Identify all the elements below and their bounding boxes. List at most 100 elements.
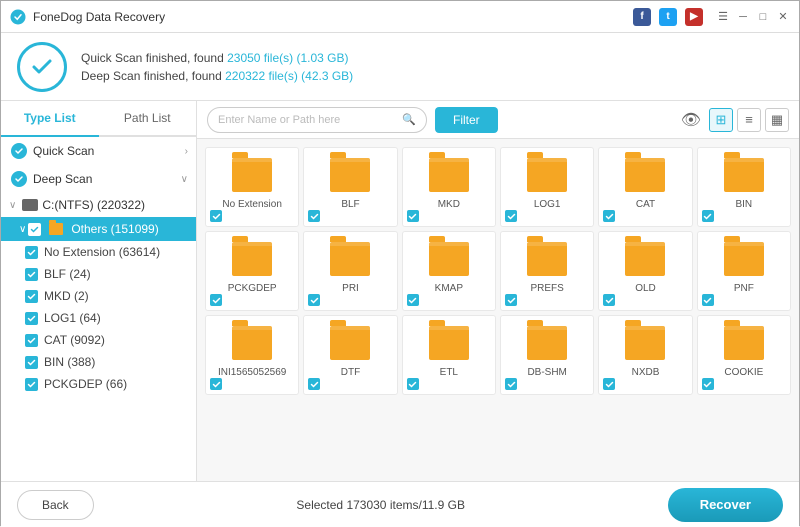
sidebar-tab-bar: Type List Path List: [1, 101, 196, 137]
file-card-bin[interactable]: BIN: [697, 147, 791, 227]
tab-path-list[interactable]: Path List: [99, 101, 197, 137]
content-area: Enter Name or Path here 🔍 Filter 👁 ⊞ ≡ ▦: [197, 101, 799, 481]
label-blf: BLF (24): [44, 267, 91, 281]
cb-pckgdep[interactable]: [25, 378, 38, 391]
expand-icon: ›: [185, 146, 188, 157]
file-card-old[interactable]: OLD: [598, 231, 692, 311]
folder-icon: [330, 158, 370, 192]
file-label: BLF: [341, 198, 359, 211]
label-no-extension: No Extension (63614): [44, 245, 160, 259]
file-label: PCKGDEP: [228, 282, 277, 295]
cb-mkd[interactable]: [25, 290, 38, 303]
file-label: No Extension: [222, 198, 281, 211]
eye-icon[interactable]: 👁: [681, 110, 701, 130]
back-button[interactable]: Back: [17, 490, 94, 520]
file-cb[interactable]: [407, 378, 419, 390]
file-cb[interactable]: [210, 294, 222, 306]
file-card-blf[interactable]: BLF: [303, 147, 397, 227]
minimize-button[interactable]: ─: [735, 9, 751, 25]
cb-cat[interactable]: [25, 334, 38, 347]
file-card-cookie[interactable]: COOKIE: [697, 315, 791, 395]
file-cb[interactable]: [210, 378, 222, 390]
close-button[interactable]: ✕: [775, 9, 791, 25]
folder-icon: [724, 158, 764, 192]
sidebar-item-log1[interactable]: LOG1 (64): [1, 307, 196, 329]
file-cb[interactable]: [407, 210, 419, 222]
file-cb[interactable]: [505, 378, 517, 390]
file-card-mkd[interactable]: MKD: [402, 147, 496, 227]
file-card-cat[interactable]: CAT: [598, 147, 692, 227]
scan-info-block: Quick Scan finished, found 23050 file(s)…: [81, 51, 353, 83]
list-view-button[interactable]: ≡: [737, 108, 761, 132]
file-cb[interactable]: [308, 210, 320, 222]
sidebar-item-others[interactable]: ∨ Others (151099): [1, 217, 196, 241]
tab-type-list[interactable]: Type List: [1, 101, 99, 137]
main-layout: Type List Path List Quick Scan › Deep Sc…: [1, 101, 799, 481]
file-label: ETL: [440, 366, 458, 379]
file-card-no-extension[interactable]: No Extension: [205, 147, 299, 227]
view-controls: 👁 ⊞ ≡ ▦: [681, 108, 789, 132]
file-cb[interactable]: [407, 294, 419, 306]
file-card-ini[interactable]: INI1565052569: [205, 315, 299, 395]
twitter-icon[interactable]: t: [659, 8, 677, 26]
file-cb[interactable]: [603, 294, 615, 306]
file-card-db-shm[interactable]: DB-SHM: [500, 315, 594, 395]
app-title: FoneDog Data Recovery: [33, 10, 633, 24]
facebook-icon[interactable]: f: [633, 8, 651, 26]
file-card-dtf[interactable]: DTF: [303, 315, 397, 395]
detail-view-button[interactable]: ▦: [765, 108, 789, 132]
sidebar-item-deep-scan[interactable]: Deep Scan ∨: [1, 165, 196, 193]
file-card-prefs[interactable]: PREFS: [500, 231, 594, 311]
deep-scan-status: Deep Scan finished, found 220322 file(s)…: [81, 69, 353, 83]
file-cb[interactable]: [603, 378, 615, 390]
sidebar-item-mkd[interactable]: MKD (2): [1, 285, 196, 307]
recover-button[interactable]: Recover: [668, 488, 783, 522]
sidebar-item-pckgdep[interactable]: PCKGDEP (66): [1, 373, 196, 395]
file-card-pri[interactable]: PRI: [303, 231, 397, 311]
deep-scan-count: 220322 file(s) (42.3 GB): [225, 69, 353, 83]
drive-row[interactable]: ∨ C:(NTFS) (220322): [1, 193, 196, 217]
file-cb[interactable]: [702, 210, 714, 222]
file-cb[interactable]: [702, 378, 714, 390]
sidebar-item-quick-scan[interactable]: Quick Scan ›: [1, 137, 196, 165]
file-card-etl[interactable]: ETL: [402, 315, 496, 395]
search-box[interactable]: Enter Name or Path here 🔍: [207, 107, 427, 133]
filter-button[interactable]: Filter: [435, 107, 498, 133]
sidebar-item-no-extension[interactable]: No Extension (63614): [1, 241, 196, 263]
file-label: PREFS: [530, 282, 563, 295]
cb-blf[interactable]: [25, 268, 38, 281]
label-pckgdep: PCKGDEP (66): [44, 377, 127, 391]
maximize-button[interactable]: □: [755, 9, 771, 25]
label-cat: CAT (9092): [44, 333, 105, 347]
menu-button[interactable]: ☰: [715, 9, 731, 25]
file-cb[interactable]: [505, 210, 517, 222]
file-cb[interactable]: [702, 294, 714, 306]
others-checkbox[interactable]: [28, 223, 41, 236]
sidebar-item-blf[interactable]: BLF (24): [1, 263, 196, 285]
file-cb[interactable]: [505, 294, 517, 306]
file-card-pnf[interactable]: PNF: [697, 231, 791, 311]
folder-icon: [232, 158, 272, 192]
cb-bin[interactable]: [25, 356, 38, 369]
file-label: BIN: [735, 198, 752, 211]
sidebar-item-bin[interactable]: BIN (388): [1, 351, 196, 373]
file-card-log1[interactable]: LOG1: [500, 147, 594, 227]
file-cb[interactable]: [308, 294, 320, 306]
file-label: OLD: [635, 282, 656, 295]
quick-scan-check: [11, 143, 27, 159]
file-card-kmap[interactable]: KMAP: [402, 231, 496, 311]
file-cb[interactable]: [210, 210, 222, 222]
file-card-pckgdep[interactable]: PCKGDEP: [205, 231, 299, 311]
file-label: INI1565052569: [218, 366, 286, 379]
grid-view-button[interactable]: ⊞: [709, 108, 733, 132]
folder-icon: [429, 326, 469, 360]
cb-no-extension[interactable]: [25, 246, 38, 259]
file-cb[interactable]: [603, 210, 615, 222]
file-cb[interactable]: [308, 378, 320, 390]
sidebar-item-cat[interactable]: CAT (9092): [1, 329, 196, 351]
folder-icon: [625, 158, 665, 192]
youtube-icon[interactable]: ▶: [685, 8, 703, 26]
file-card-nxdb[interactable]: NXDB: [598, 315, 692, 395]
cb-log1[interactable]: [25, 312, 38, 325]
scan-status-area: Quick Scan finished, found 23050 file(s)…: [1, 33, 799, 101]
